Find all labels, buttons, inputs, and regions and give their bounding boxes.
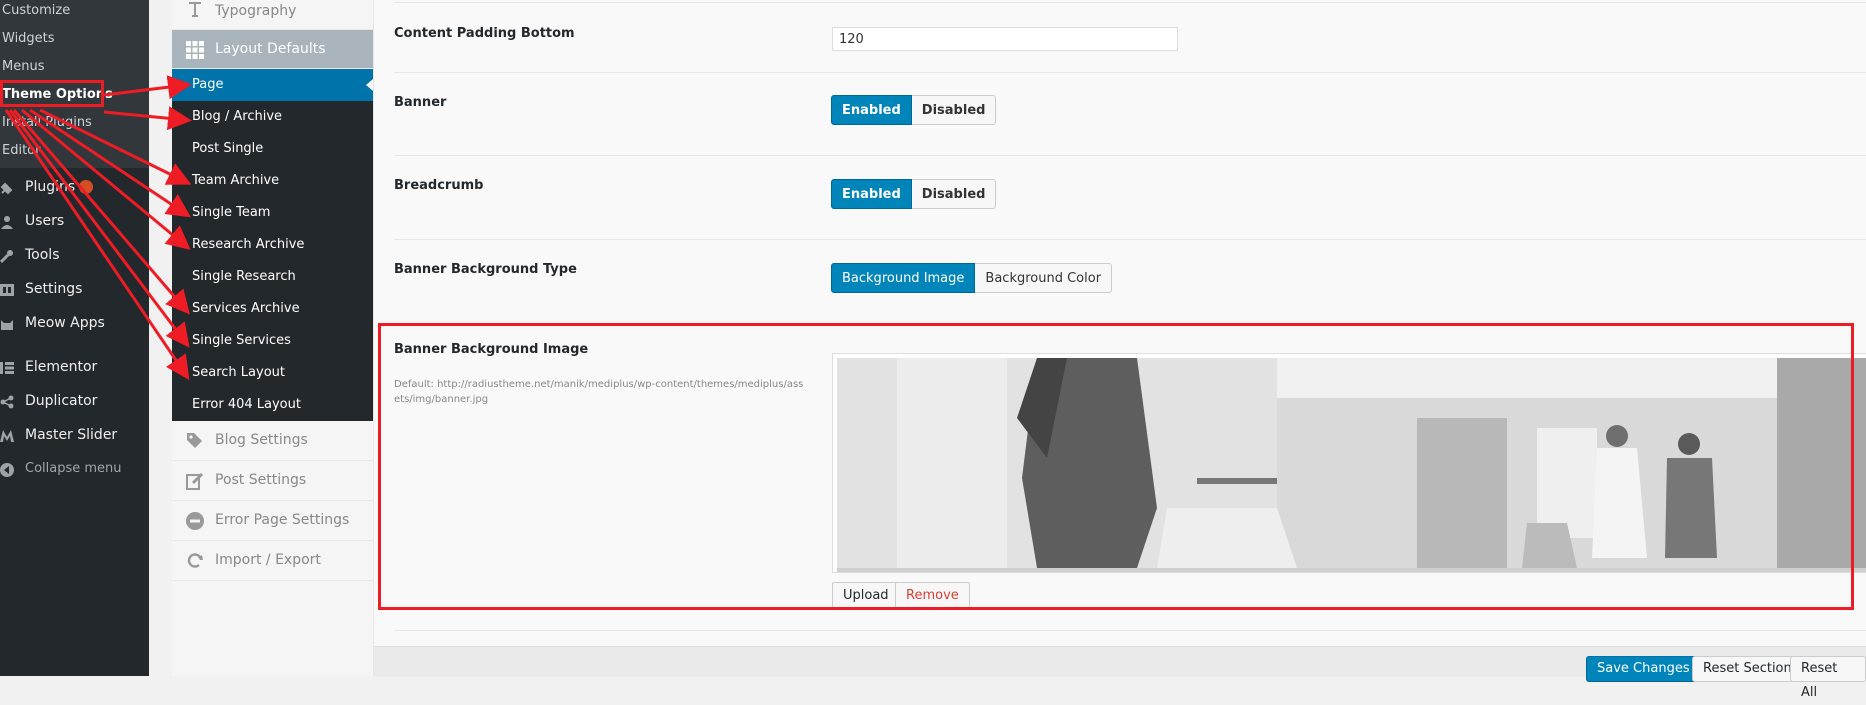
submenu-install-plugins[interactable]: Install Plugins (0, 112, 149, 140)
submenu-theme-options[interactable]: Theme Options (0, 84, 149, 112)
section-post-settings-label: Post Settings (215, 472, 307, 488)
menu-settings-label: Settings (25, 281, 83, 297)
subsection-page[interactable]: Page (172, 69, 373, 101)
section-error-page-settings-label: Error Page Settings (215, 512, 350, 528)
submenu-customize[interactable]: Customize (0, 0, 149, 28)
menu-elementor[interactable]: Elementor (0, 352, 149, 386)
banner-enabled-button[interactable]: Enabled (831, 95, 912, 125)
menu-plugins[interactable]: Plugins (0, 172, 149, 206)
subsection-single-team[interactable]: Single Team (172, 197, 373, 229)
menu-settings[interactable]: Settings (0, 274, 149, 308)
submenu-widgets[interactable]: Widgets (0, 28, 149, 56)
breadcrumb-toggle: Enabled Disabled (831, 179, 997, 209)
banner-disabled-button[interactable]: Disabled (911, 95, 997, 125)
breadcrumb-label: Breadcrumb (394, 178, 484, 193)
options-footer: Save Changes Reset Section Reset All (374, 646, 1866, 700)
master-slider-icon (0, 430, 14, 442)
wp-admin-sidebar: Customize Widgets Menus Theme Options In… (0, 0, 149, 676)
banner-background-type-label: Banner Background Type (394, 262, 577, 277)
menu-tools-label: Tools (25, 247, 60, 263)
subsection-error-404-layout[interactable]: Error 404 Layout (172, 389, 373, 421)
minus-circle-icon (186, 512, 204, 530)
menu-meow-apps-label: Meow Apps (25, 315, 105, 331)
breadcrumb-enabled-button[interactable]: Enabled (831, 179, 912, 209)
menu-duplicator[interactable]: Duplicator (0, 386, 149, 420)
section-layout-defaults[interactable]: Layout Defaults (172, 30, 373, 69)
layout-defaults-subsections: Page Blog / Archive Post Single Team Arc… (172, 69, 373, 421)
section-error-page-settings[interactable]: Error Page Settings (172, 501, 373, 541)
menu-collapse-label: Collapse menu (25, 461, 122, 476)
collapse-icon (0, 463, 14, 477)
options-content: Content Padding Bottom 120 Banner Enable… (374, 0, 1866, 676)
refresh-icon (187, 553, 203, 568)
typography-icon (189, 2, 201, 17)
section-import-export[interactable]: Import / Export (172, 541, 373, 581)
section-import-export-label: Import / Export (215, 552, 321, 568)
field-banner-background-image: Banner Background Image Default: http://… (394, 323, 1866, 631)
remove-button[interactable]: Remove (895, 582, 970, 610)
subsection-single-services[interactable]: Single Services (172, 325, 373, 357)
banner-label: Banner (394, 95, 447, 110)
edit-icon (186, 472, 204, 490)
subsection-search-layout[interactable]: Search Layout (172, 357, 373, 389)
grid-icon (186, 41, 204, 59)
background-color-button[interactable]: Background Color (975, 263, 1113, 293)
subsection-blog-archive[interactable]: Blog / Archive (172, 101, 373, 133)
menu-users[interactable]: Users (0, 206, 149, 240)
section-blog-settings-label: Blog Settings (215, 432, 308, 448)
tools-icon (0, 250, 13, 263)
section-blog-settings[interactable]: Blog Settings (172, 421, 373, 461)
field-banner-background-type: Banner Background Type Background Image … (394, 240, 1866, 322)
reset-all-button[interactable]: Reset All (1790, 656, 1866, 700)
menu-master-slider-label: Master Slider (25, 427, 118, 443)
banner-background-type-toggle: Background Image Background Color (831, 263, 1113, 293)
subsection-single-research[interactable]: Single Research (172, 261, 373, 293)
update-badge (79, 180, 94, 194)
plugin-icon (0, 182, 13, 195)
banner-background-image-label: Banner Background Image (394, 342, 589, 357)
menu-master-slider[interactable]: Master Slider (0, 420, 149, 454)
section-typography-label: Typography (215, 3, 297, 19)
save-changes-button[interactable]: Save Changes (1586, 656, 1701, 682)
banner-image-preview (832, 353, 1866, 573)
menu-meow-apps[interactable]: Meow Apps (0, 308, 149, 342)
menu-collapse[interactable]: Collapse menu (0, 454, 149, 488)
background-image-button[interactable]: Background Image (831, 263, 976, 293)
section-post-settings[interactable]: Post Settings (172, 461, 373, 501)
appearance-submenu: Customize Widgets Menus Theme Options In… (0, 0, 149, 168)
hospital-corridor-photo (837, 358, 1866, 572)
duplicator-icon (0, 395, 14, 409)
meow-apps-icon (1, 320, 13, 330)
subsection-research-archive[interactable]: Research Archive (172, 229, 373, 261)
content-padding-bottom-label: Content Padding Bottom (394, 26, 575, 41)
elementor-icon (0, 362, 14, 374)
users-icon (1, 216, 13, 229)
tags-icon (187, 433, 202, 448)
submenu-menus[interactable]: Menus (0, 56, 149, 84)
menu-plugins-label: Plugins (25, 179, 76, 195)
submenu-editor[interactable]: Editor (0, 140, 149, 168)
menu-duplicator-label: Duplicator (25, 393, 98, 409)
menu-elementor-label: Elementor (25, 359, 98, 375)
reset-section-button[interactable]: Reset Section (1692, 656, 1803, 682)
breadcrumb-disabled-button[interactable]: Disabled (911, 179, 997, 209)
settings-icon (0, 284, 14, 296)
menu-tools[interactable]: Tools (0, 240, 149, 274)
banner-toggle: Enabled Disabled (831, 95, 997, 125)
field-breadcrumb: Breadcrumb Enabled Disabled (394, 156, 1866, 240)
subsection-post-single[interactable]: Post Single (172, 133, 373, 165)
content-padding-bottom-input[interactable]: 120 (832, 27, 1178, 51)
field-banner: Banner Enabled Disabled (394, 73, 1866, 156)
subsection-team-archive[interactable]: Team Archive (172, 165, 373, 197)
upload-button[interactable]: Upload (832, 582, 900, 610)
section-typography[interactable]: Typography (172, 0, 373, 30)
menu-users-label: Users (25, 213, 65, 229)
subsection-services-archive[interactable]: Services Archive (172, 293, 373, 325)
section-layout-defaults-label: Layout Defaults (215, 41, 326, 57)
banner-background-image-default: Default: http://radiustheme.net/manik/me… (394, 379, 804, 405)
field-content-padding-bottom: Content Padding Bottom 120 (394, 3, 1866, 73)
options-panel-sidebar: Typography Layout Defaults Page Blog / A… (172, 0, 374, 676)
